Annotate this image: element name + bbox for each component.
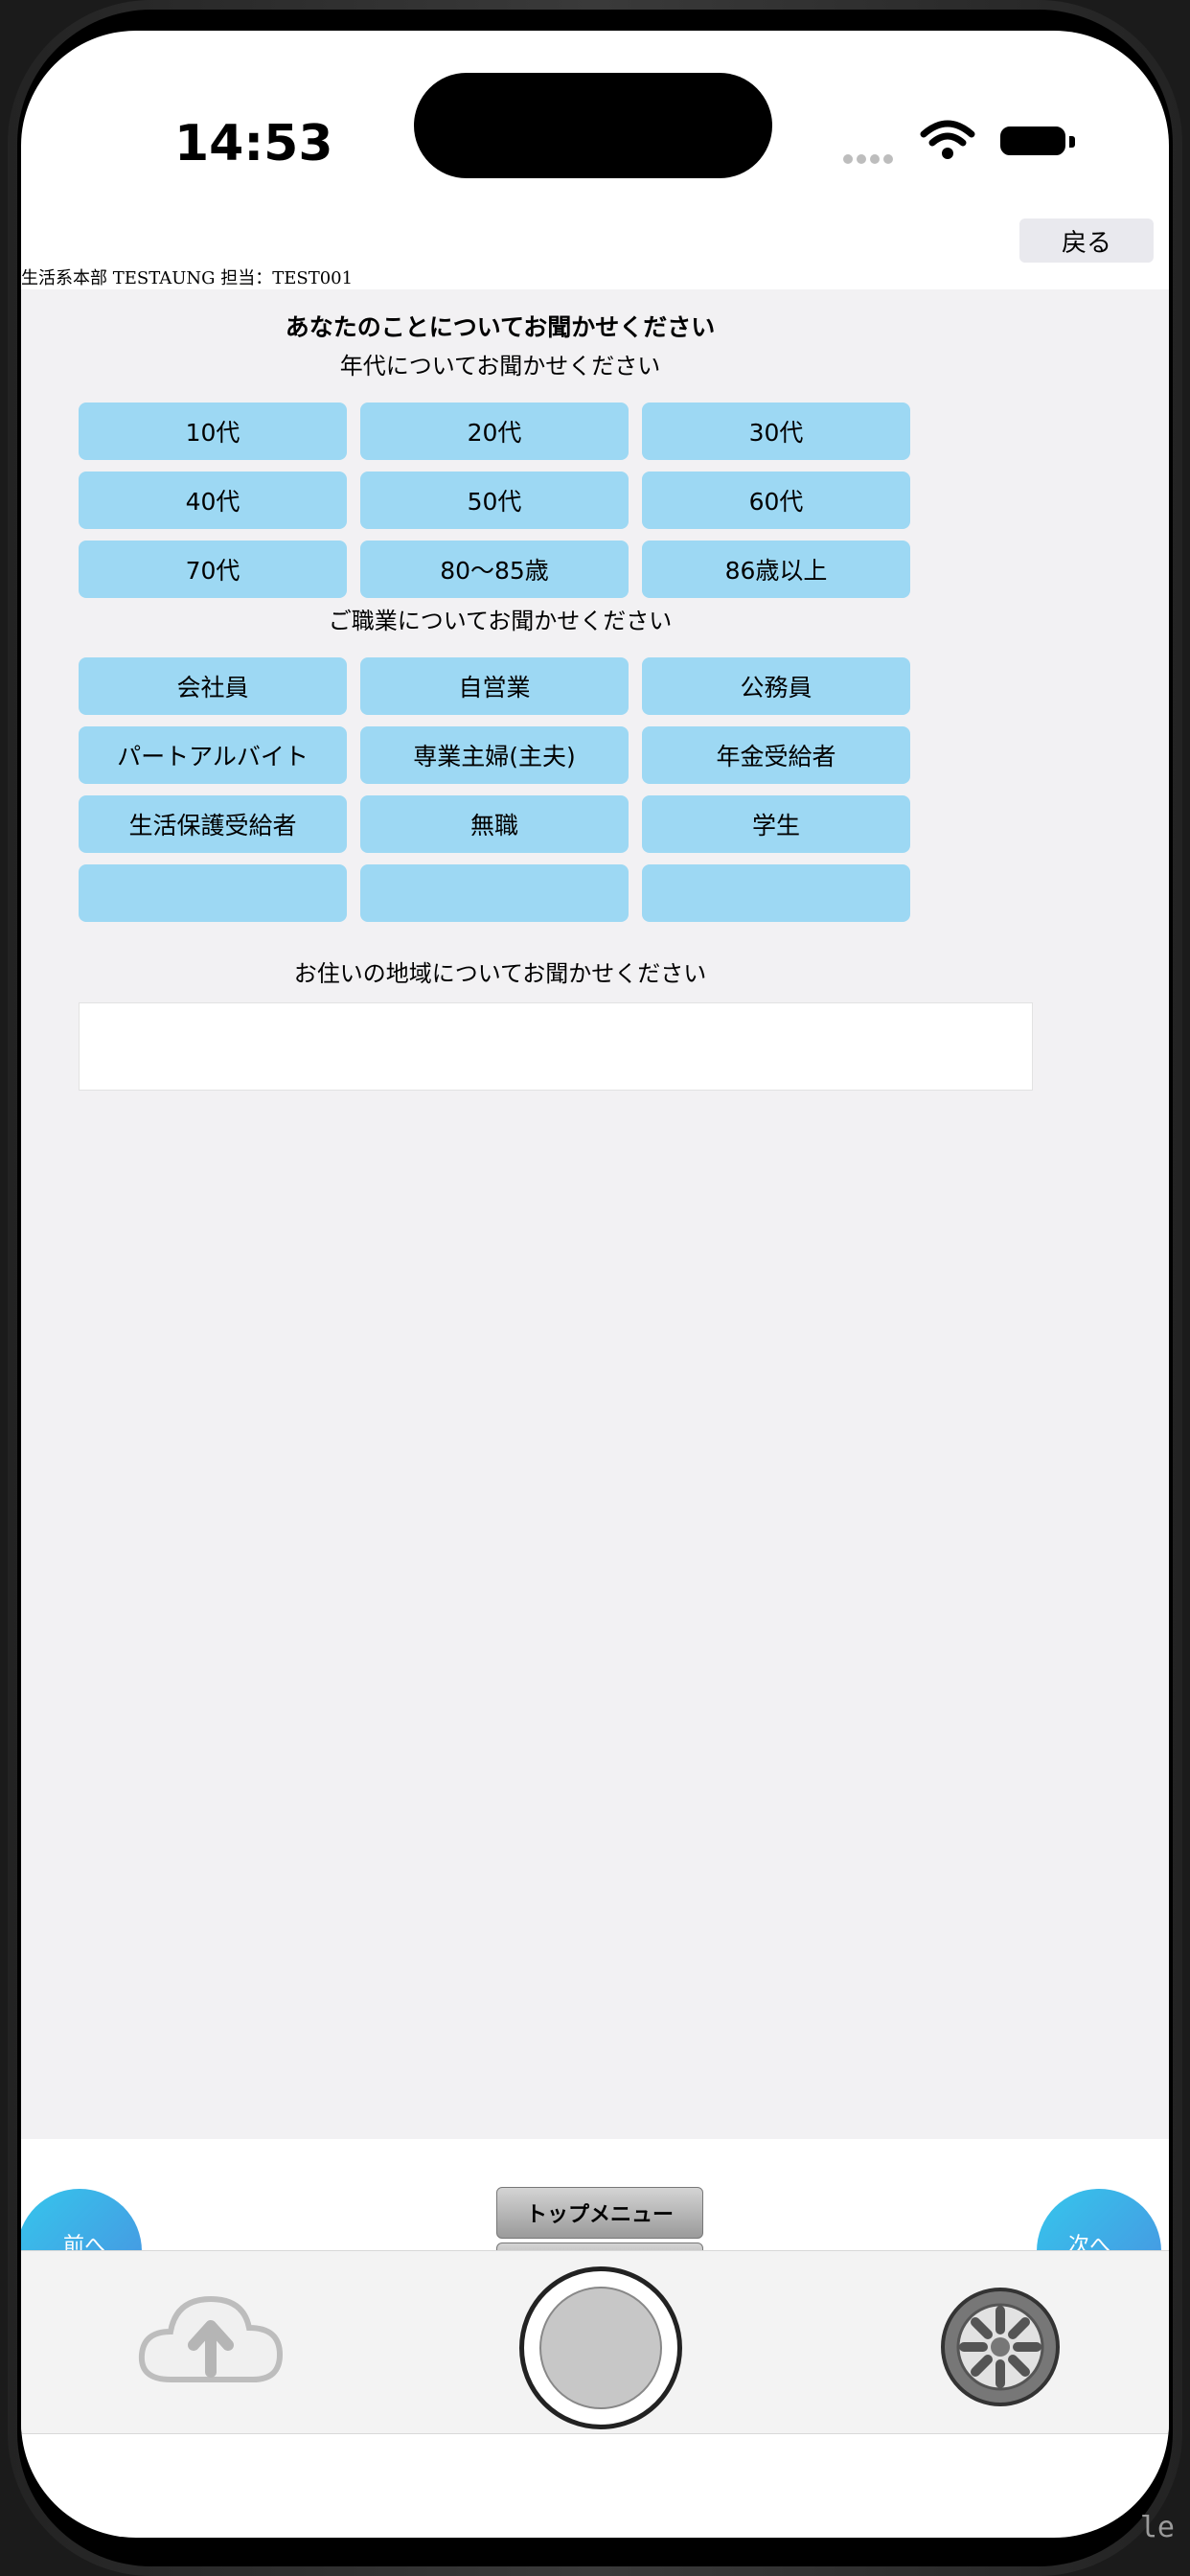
gear-icon[interactable] — [937, 2284, 1064, 2410]
job-question: ご職業についてお聞かせください — [328, 608, 673, 634]
job-option-empty-3[interactable] — [642, 864, 910, 922]
back-button[interactable]: 戻る — [1019, 218, 1154, 263]
job-option-civil-servant[interactable]: 公務員 — [642, 657, 910, 715]
age-option-40s[interactable]: 40代 — [79, 472, 347, 529]
job-options-grid: 会社員 自営業 公務員 パートアルバイト 専業主婦(主夫) 年金受給者 生活保護… — [79, 657, 922, 922]
area-input[interactable] — [79, 1002, 1033, 1091]
status-time: 14:53 — [174, 115, 333, 172]
bottom-toolbar — [21, 2250, 1169, 2434]
wifi-icon — [920, 120, 975, 159]
job-option-welfare-recipient[interactable]: 生活保護受給者 — [79, 795, 347, 853]
age-option-80-85[interactable]: 80〜85歳 — [360, 540, 629, 598]
age-option-70s[interactable]: 70代 — [79, 540, 347, 598]
age-options-grid: 10代 20代 30代 40代 50代 60代 70代 80〜85歳 86歳以上 — [79, 402, 922, 598]
page-title: あなたのことについてお聞かせください — [285, 313, 716, 341]
battery-icon — [1000, 126, 1065, 155]
cloud-upload-icon[interactable] — [134, 2286, 287, 2391]
job-option-unemployed[interactable]: 無職 — [360, 795, 629, 853]
job-option-office-worker[interactable]: 会社員 — [79, 657, 347, 715]
age-option-20s[interactable]: 20代 — [360, 402, 629, 460]
job-option-part-time[interactable]: パートアルバイト — [79, 726, 347, 784]
age-option-50s[interactable]: 50代 — [360, 472, 629, 529]
age-question: 年代についてお聞かせください — [339, 353, 661, 380]
age-option-30s[interactable]: 30代 — [642, 402, 910, 460]
job-option-homemaker[interactable]: 専業主婦(主夫) — [360, 726, 629, 784]
job-option-pensioner[interactable]: 年金受給者 — [642, 726, 910, 784]
area-question: お住いの地域についてお聞かせください — [293, 960, 707, 987]
phone-frame: 14:53 戻る 生活系本部 TESTAUNG 担当：TEST001 あなたのこ… — [8, 0, 1182, 2576]
job-option-self-employed[interactable]: 自営業 — [360, 657, 629, 715]
age-option-86-plus[interactable]: 86歳以上 — [642, 540, 910, 598]
home-button[interactable] — [519, 2266, 682, 2429]
phone-bezel: 14:53 戻る 生活系本部 TESTAUNG 担当：TEST001 あなたのこ… — [17, 10, 1173, 2566]
age-option-60s[interactable]: 60代 — [642, 472, 910, 529]
age-option-10s[interactable]: 10代 — [79, 402, 347, 460]
survey-content: あなたのことについてお聞かせください 年代についてお聞かせください 10代 20… — [21, 289, 1169, 2139]
cellular-signal-icon — [843, 150, 897, 168]
side-label: le — [1139, 2511, 1175, 2544]
job-option-empty-1[interactable] — [79, 864, 347, 922]
job-option-student[interactable]: 学生 — [642, 795, 910, 853]
user-info-line: 生活系本部 TESTAUNG 担当：TEST001 — [21, 268, 354, 288]
battery-tip — [1069, 136, 1075, 148]
top-menu-button[interactable]: トップメニュー — [496, 2187, 703, 2239]
job-option-empty-2[interactable] — [360, 864, 629, 922]
dynamic-island — [414, 73, 772, 178]
app-screen: 14:53 戻る 生活系本部 TESTAUNG 担当：TEST001 あなたのこ… — [21, 31, 1169, 2538]
